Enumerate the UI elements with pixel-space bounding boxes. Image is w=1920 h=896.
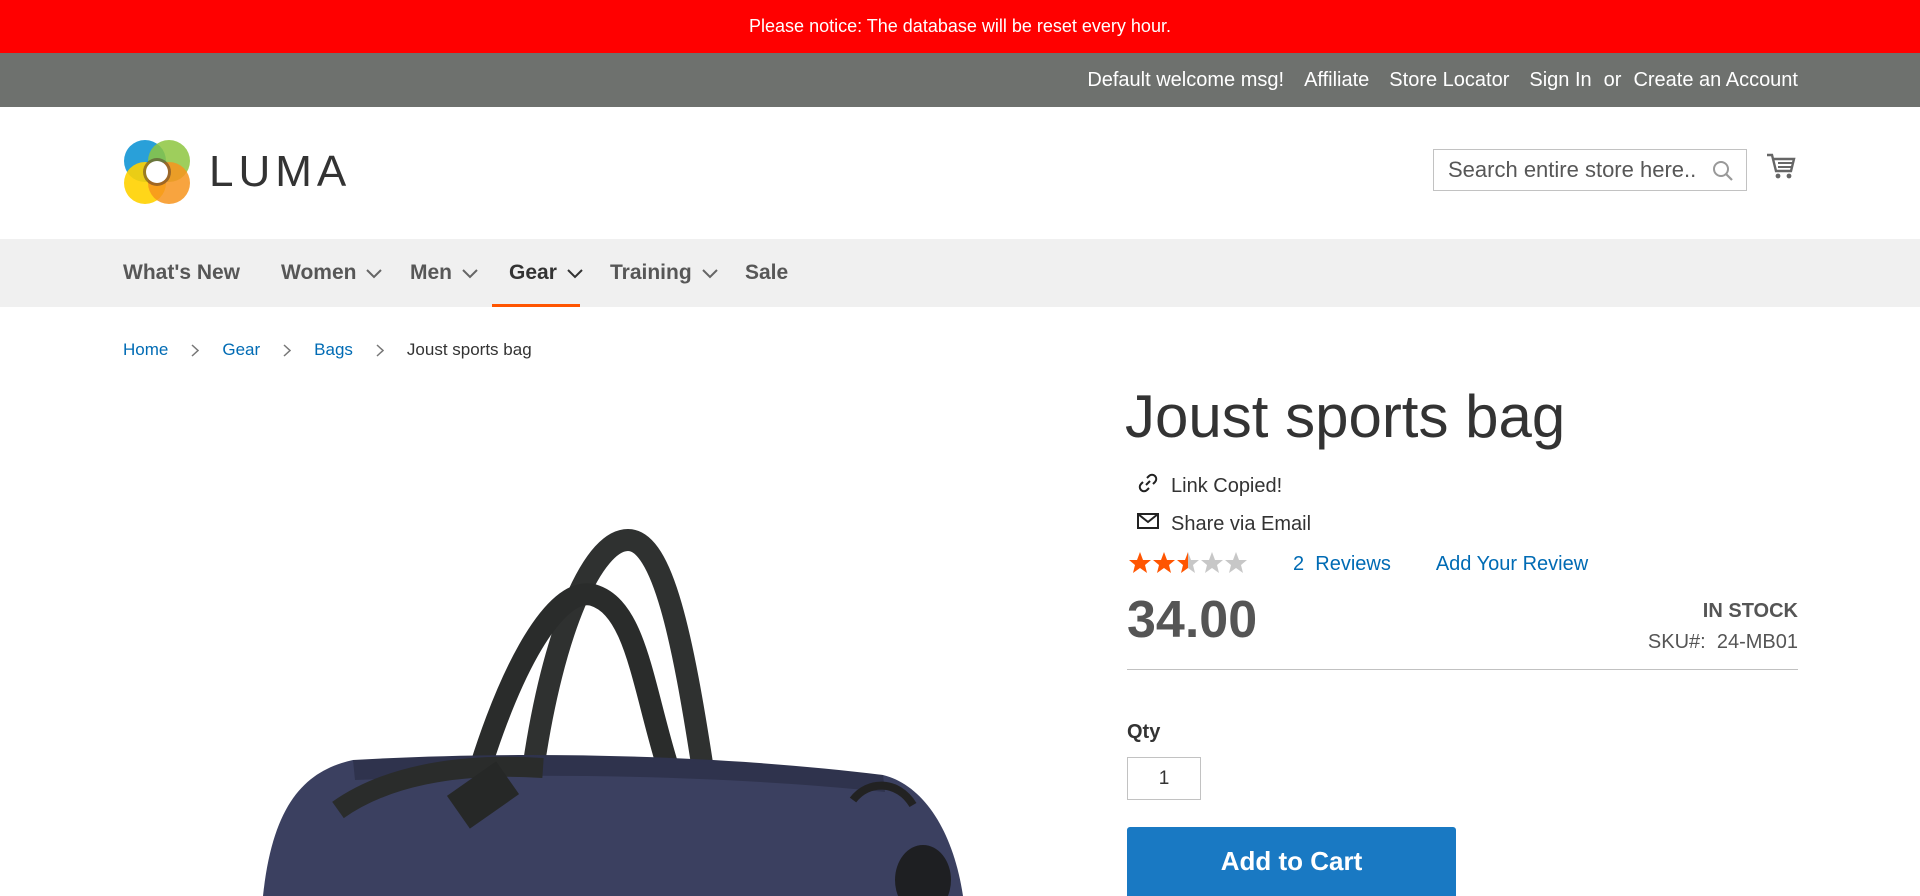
nav-label: Women bbox=[281, 261, 357, 284]
cart-icon[interactable] bbox=[1766, 151, 1796, 186]
luma-logo-icon bbox=[124, 140, 190, 204]
share-email-label: Share via Email bbox=[1171, 512, 1312, 535]
product-image bbox=[263, 528, 963, 896]
stock-status: IN STOCK bbox=[1702, 600, 1798, 622]
nav-label: Training bbox=[610, 261, 692, 284]
chevron-right-icon bbox=[283, 343, 292, 357]
add-to-cart-button[interactable]: Add to Cart bbox=[1127, 827, 1456, 896]
product-sku: SKU#: 24-MB01 bbox=[1648, 631, 1798, 654]
share-via-email-button[interactable]: Share via Email bbox=[1137, 512, 1311, 536]
logo-wordmark: LUMA bbox=[209, 147, 352, 196]
add-review-link[interactable]: Add Your Review bbox=[1436, 553, 1588, 576]
chevron-down-icon bbox=[701, 261, 718, 285]
nav-item-whats-new[interactable]: What's New bbox=[123, 239, 240, 307]
sku-label: SKU#: bbox=[1647, 631, 1706, 653]
product-title: Joust sports bag bbox=[1125, 383, 1566, 450]
chevron-right-icon bbox=[191, 343, 200, 357]
chevron-down-icon bbox=[462, 261, 478, 285]
nav-label: Sale bbox=[745, 261, 789, 284]
envelope-icon bbox=[1137, 512, 1159, 536]
nav-item-gear[interactable]: Gear bbox=[492, 239, 583, 307]
search-input[interactable] bbox=[1446, 150, 1700, 190]
chevron-down-icon bbox=[567, 261, 583, 285]
reviews-count: 2 bbox=[1293, 552, 1305, 575]
demo-notice-text: Please notice: The database will be rese… bbox=[749, 16, 1171, 36]
rating-stars bbox=[1128, 551, 1250, 577]
store-locator-link[interactable]: Store Locator bbox=[1389, 69, 1509, 92]
demo-notice-bar: Please notice: The database will be rese… bbox=[0, 0, 1920, 53]
create-account-link[interactable]: Create an Account bbox=[1633, 69, 1798, 92]
price-divider bbox=[1127, 669, 1798, 670]
chevron-down-icon bbox=[366, 261, 383, 285]
nav-label: Men bbox=[410, 261, 452, 284]
or-separator: or bbox=[1603, 68, 1622, 91]
nav-item-sale[interactable]: Sale bbox=[745, 239, 788, 307]
top-utility-bar: Default welcome msg! Affiliate Store Loc… bbox=[0, 53, 1920, 107]
search-icon[interactable] bbox=[1712, 160, 1734, 187]
top-links: Default welcome msg! Affiliate Store Loc… bbox=[1067, 53, 1798, 107]
breadcrumb-current: Joust sports bag bbox=[406, 340, 532, 359]
copy-link-button[interactable]: Link Copied! bbox=[1137, 472, 1282, 500]
breadcrumb: Home Gear Bags Joust sports bag bbox=[123, 340, 532, 360]
affiliate-link[interactable]: Affiliate bbox=[1304, 69, 1369, 92]
sku-value: 24-MB01 bbox=[1716, 631, 1798, 653]
nav-item-women[interactable]: Women bbox=[281, 239, 383, 307]
breadcrumb-gear[interactable]: Gear bbox=[222, 340, 260, 360]
link-icon bbox=[1137, 472, 1159, 500]
store-logo[interactable]: LUMA bbox=[123, 137, 351, 207]
site-header: LUMA bbox=[0, 107, 1920, 239]
qty-label: Qty bbox=[1127, 721, 1161, 743]
sign-in-link[interactable]: Sign In bbox=[1529, 69, 1591, 92]
nav-label: Gear bbox=[509, 261, 557, 284]
star-rating-icon bbox=[1129, 552, 1247, 573]
product-price: 34.00 bbox=[1127, 591, 1258, 649]
reviews-label: Reviews bbox=[1315, 552, 1391, 575]
breadcrumb-bags[interactable]: Bags bbox=[314, 340, 353, 360]
reviews-link[interactable]: 2 Reviews bbox=[1293, 553, 1391, 576]
qty-input[interactable] bbox=[1127, 757, 1201, 800]
link-copied-label: Link Copied! bbox=[1171, 474, 1283, 497]
welcome-message: Default welcome msg! bbox=[1087, 68, 1285, 91]
chevron-right-icon bbox=[376, 343, 384, 357]
nav-item-men[interactable]: Men bbox=[410, 239, 478, 307]
product-image-gallery[interactable] bbox=[123, 380, 1103, 896]
breadcrumb-home[interactable]: Home bbox=[123, 340, 168, 360]
nav-label: What's New bbox=[123, 261, 241, 284]
nav-item-training[interactable]: Training bbox=[610, 239, 718, 307]
search-box[interactable] bbox=[1433, 149, 1747, 191]
main-navigation: What's New Women Men Gear Training Sale bbox=[0, 239, 1920, 307]
product-rating: 2 Reviews Add Your Review bbox=[1128, 551, 1588, 577]
add-to-cart-label: Add to Cart bbox=[1220, 846, 1363, 876]
